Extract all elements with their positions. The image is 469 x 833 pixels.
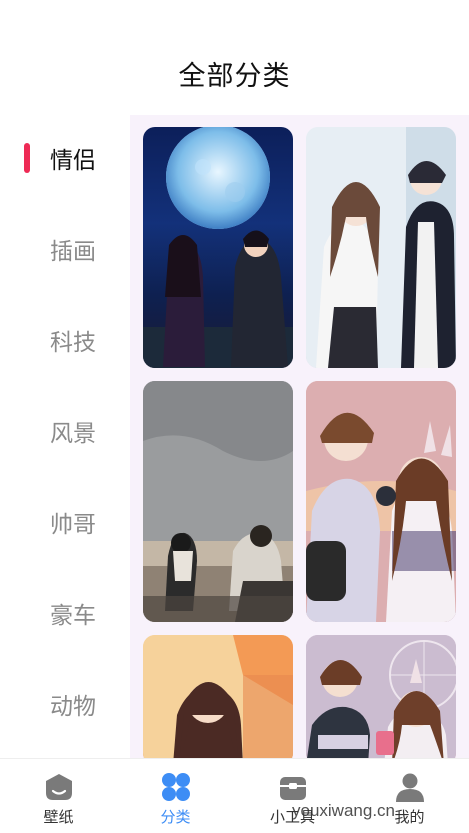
active-indicator [24, 143, 30, 173]
girl-sunset-illustration [143, 635, 293, 758]
watermark: youxiwang.cn [292, 801, 396, 820]
wallpaper-thumbnail[interactable] [143, 127, 293, 368]
category-icon [162, 773, 190, 801]
wallpaper-thumbnail[interactable] [306, 635, 456, 758]
sidebar-item-couple[interactable]: 情侣 [0, 128, 130, 188]
tab-wallpaper[interactable]: 壁纸 [0, 759, 117, 833]
wallpaper-thumbnail[interactable] [306, 381, 456, 622]
sidebar-item-label: 插画 [50, 239, 96, 265]
sidebar-item-label: 情侣 [50, 148, 96, 174]
toolbox-icon [280, 777, 306, 800]
sidebar-item-handsome[interactable]: 帅哥 [0, 492, 130, 552]
page-title: 全部分类 [178, 61, 291, 92]
sidebar-item-label: 豪车 [50, 603, 96, 629]
header: 全部分类 [0, 0, 469, 115]
wallpaper-icon [46, 774, 72, 800]
couple-cat-illustration [306, 381, 456, 622]
couple-ferris-wheel-illustration [306, 635, 456, 758]
sidebar-item-tech[interactable]: 科技 [0, 310, 130, 370]
wallpaper-thumbnail[interactable] [143, 635, 293, 758]
wallpaper-thumbnail[interactable] [143, 381, 293, 622]
sidebar-item-animals[interactable]: 动物 [0, 674, 130, 734]
tab-category[interactable]: 分类 [117, 759, 234, 833]
wallpaper-thumbnail[interactable] [306, 127, 456, 368]
tab-label: 壁纸 [43, 808, 74, 826]
couple-window-illustration [306, 127, 456, 368]
tab-profile[interactable]: 我的 [351, 759, 468, 833]
tab-label: 分类 [160, 808, 191, 826]
wallpaper-grid [130, 115, 469, 758]
sidebar-item-illustration[interactable]: 插画 [0, 219, 130, 279]
couple-moon-illustration [143, 127, 293, 368]
couple-beach-photo [143, 381, 293, 622]
sidebar-item-label: 科技 [50, 330, 96, 356]
sidebar-item-cars[interactable]: 豪车 [0, 583, 130, 643]
sidebar-item-label: 风景 [50, 421, 96, 447]
sidebar-item-label: 动物 [50, 694, 96, 720]
category-sidebar: 情侣 插画 科技 风景 帅哥 豪车 动物 [0, 115, 130, 758]
profile-icon [396, 773, 424, 802]
tab-tools[interactable]: 小工具 [234, 759, 351, 833]
sidebar-item-scenery[interactable]: 风景 [0, 401, 130, 461]
sidebar-item-label: 帅哥 [50, 512, 96, 538]
bottom-tab-bar: 壁纸 分类 小工具 我的 [0, 758, 469, 833]
